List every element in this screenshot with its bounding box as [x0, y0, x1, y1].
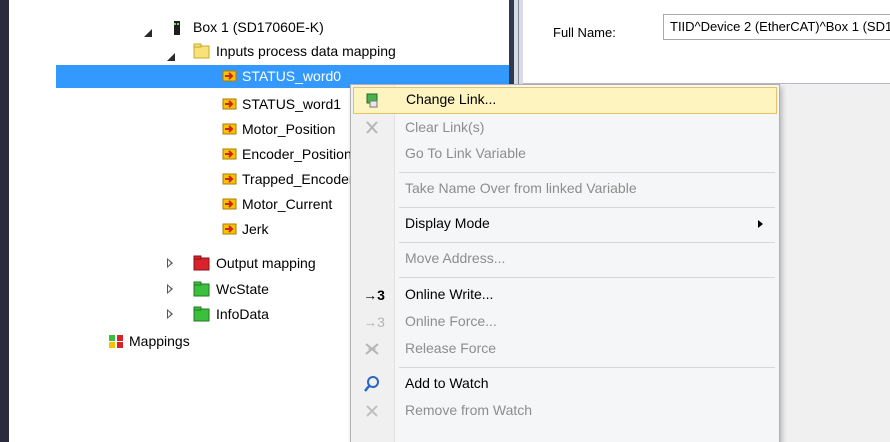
menu-item-label: Change Link...	[406, 91, 497, 107]
tree-item-label: STATUS_word1	[242, 96, 342, 112]
tree-item-label: Trapped_Encoder	[242, 171, 352, 187]
tree-item-label: InfoData	[216, 306, 269, 322]
tree-item-encoder-position[interactable]: Encoder_Position	[242, 143, 352, 166]
menu-item-label: Display Mode	[405, 215, 490, 231]
input-variable-icon	[222, 223, 237, 235]
tree-item-trapped-encoder[interactable]: Trapped_Encoder	[242, 168, 352, 191]
tree-item-motor-current[interactable]: Motor_Current	[242, 193, 352, 216]
tree-item-infodata[interactable]: InfoData	[216, 303, 269, 326]
tree-item-box1[interactable]: Box 1 (SD17060E-K)	[193, 16, 324, 39]
input-variable-icon	[222, 98, 237, 110]
tree-item-mappings[interactable]: Mappings	[129, 330, 190, 353]
status-folder-icon	[193, 281, 210, 297]
expand-arrow-inputs[interactable]	[167, 53, 175, 61]
full-name-field[interactable]: TIID^Device 2 (EtherCAT)^Box 1 (SD17060E…	[663, 14, 890, 40]
online-write-icon: →3	[363, 287, 385, 303]
expand-arrow-wcstate-inner	[168, 286, 171, 292]
full-name-label: Full Name:	[553, 25, 616, 40]
menu-item-label: Online Write...	[405, 286, 494, 302]
clear-link-icon	[366, 121, 378, 134]
status-folder-icon	[193, 306, 210, 322]
menu-item-display-mode[interactable]: Display Mode	[351, 211, 779, 238]
expand-arrow-infodata-inner	[168, 311, 171, 317]
online-force-icon: →3	[363, 314, 385, 330]
input-folder-icon	[193, 43, 210, 59]
tree-item-label: WcState	[216, 281, 269, 297]
left-edge-strip	[0, 0, 9, 442]
release-force-icon	[365, 343, 379, 355]
box-device-icon	[174, 21, 180, 35]
menu-item-release-force[interactable]: Release Force	[351, 336, 779, 363]
tree-item-label: Jerk	[242, 221, 269, 237]
menu-item-label: Online Force...	[405, 313, 497, 329]
menu-item-label: Take Name Over from linked Variable	[405, 180, 637, 196]
menu-item-label: Release Force	[405, 340, 497, 356]
input-variable-icon	[222, 123, 237, 135]
tree-item-output-mapping[interactable]: Output mapping	[216, 252, 356, 275]
input-variable-icon	[222, 173, 237, 185]
menu-item-change-link[interactable]: Change Link...	[353, 87, 777, 114]
tree-item-label: Output mapping	[216, 255, 316, 271]
tree-item-wcstate[interactable]: WcState	[216, 278, 269, 301]
menu-separator	[399, 367, 775, 368]
menu-item-move-address[interactable]: Move Address...	[351, 246, 779, 273]
menu-separator	[399, 277, 775, 278]
menu-item-label: Clear Link(s)	[405, 119, 485, 135]
menu-item-go-to-link-variable[interactable]: Go To Link Variable	[351, 141, 779, 168]
menu-item-label: Go To Link Variable	[405, 145, 526, 161]
menu-item-clear-links[interactable]: Clear Link(s)	[351, 115, 779, 142]
properties-header: Full Name: TIID^Device 2 (EtherCAT)^Box …	[523, 0, 890, 84]
tree-item-label: Encoder_Position	[242, 146, 352, 162]
menu-item-remove-from-watch[interactable]: Remove from Watch	[351, 398, 779, 425]
mappings-icon	[109, 335, 123, 348]
menu-item-online-write[interactable]: →3 Online Write...	[351, 282, 779, 309]
expand-arrow-box1[interactable]	[144, 29, 152, 37]
menu-item-label: Move Address...	[405, 250, 506, 266]
tree-item-status-word0[interactable]: STATUS_word0	[242, 65, 352, 88]
menu-item-add-to-watch[interactable]: Add to Watch	[351, 371, 779, 398]
menu-item-take-name-over[interactable]: Take Name Over from linked Variable	[351, 176, 779, 203]
menu-item-label: Add to Watch	[405, 375, 489, 391]
tree-item-label: STATUS_word0	[242, 68, 342, 84]
input-variable-icon	[222, 70, 237, 82]
tree-item-inputs-mapping[interactable]: Inputs process data mapping	[216, 40, 396, 63]
expand-arrow-output-inner	[168, 260, 171, 266]
output-folder-icon	[193, 255, 210, 271]
tree-item-jerk[interactable]: Jerk	[242, 218, 268, 241]
tree-item-status-word1[interactable]: STATUS_word1	[242, 93, 352, 116]
context-menu: Change Link... Clear Link(s) Go To Link …	[350, 84, 780, 442]
tree-item-label: Box 1 (SD17060E-K)	[193, 19, 324, 35]
menu-item-label: Remove from Watch	[405, 402, 533, 418]
menu-separator	[399, 242, 775, 243]
menu-separator	[399, 172, 775, 173]
menu-item-online-force[interactable]: →3 Online Force...	[351, 309, 779, 336]
tree-item-label: Motor_Position	[242, 121, 336, 137]
magnifier-icon	[364, 376, 379, 392]
tree-item-motor-position[interactable]: Motor_Position	[242, 118, 352, 141]
submenu-arrow-icon	[758, 220, 763, 228]
remove-watch-icon	[366, 405, 378, 417]
input-variable-icon	[222, 198, 237, 210]
change-link-icon	[366, 93, 378, 108]
tree-item-label: Inputs process data mapping	[216, 43, 396, 59]
menu-separator	[399, 207, 775, 208]
input-variable-icon	[222, 148, 237, 160]
tree-item-label: Motor_Current	[242, 196, 333, 212]
tree-item-label: Mappings	[129, 333, 190, 349]
